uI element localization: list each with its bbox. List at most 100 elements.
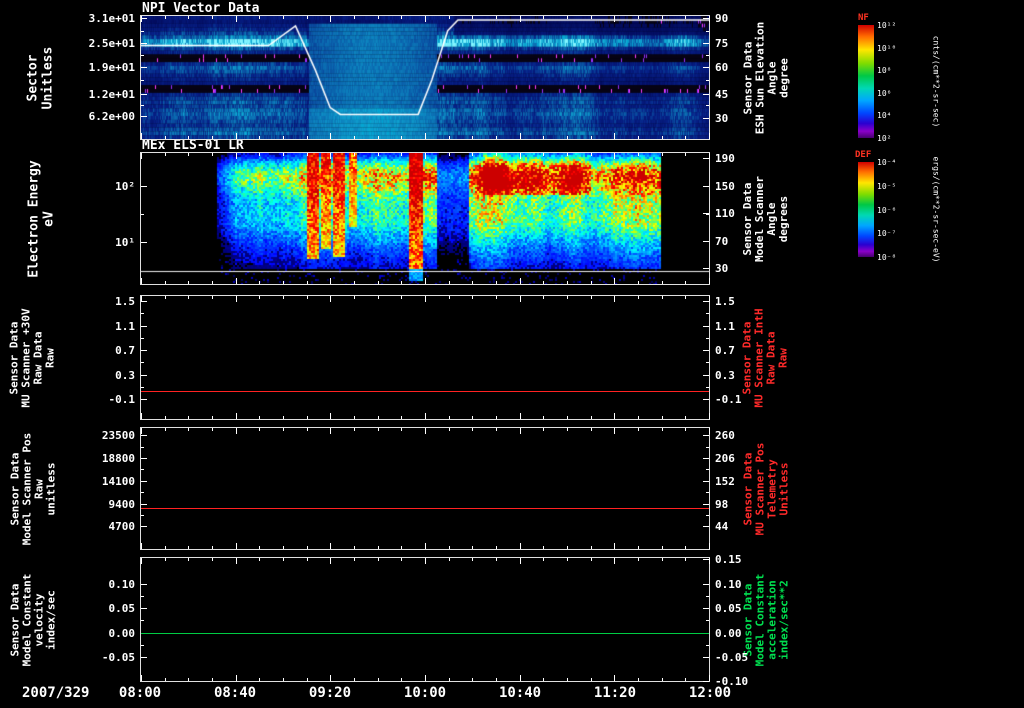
tick-mark — [212, 296, 213, 299]
tick-mark — [519, 296, 521, 302]
y-axis-tick-label: 1.5 — [115, 294, 135, 308]
tick-mark — [614, 153, 616, 159]
tick-mark — [543, 281, 545, 284]
tick-mark — [141, 657, 147, 659]
tick-mark — [188, 558, 190, 561]
tick-mark — [377, 16, 379, 19]
tick-mark — [141, 296, 142, 302]
tick-mark — [164, 558, 166, 561]
tick-mark — [706, 469, 709, 471]
tick-mark — [496, 416, 497, 419]
tick-mark — [306, 296, 308, 299]
tick-mark — [685, 296, 687, 299]
y-axis-tick-label: 190 — [715, 152, 735, 166]
tick-mark — [590, 296, 592, 299]
tick-mark — [543, 416, 545, 419]
tick-mark — [638, 428, 639, 431]
tick-mark — [283, 153, 284, 156]
tick-mark — [472, 281, 474, 284]
y-axis-tick-label: 0.05 — [108, 602, 136, 616]
tick-mark — [188, 546, 190, 549]
tick-mark — [472, 558, 474, 561]
tick-mark — [377, 416, 379, 419]
tick-mark — [283, 678, 284, 681]
mu-scanner-30v-line — [141, 390, 709, 392]
tick-mark — [401, 136, 403, 139]
tick-mark — [685, 678, 687, 681]
tick-mark — [141, 213, 144, 215]
tick-mark — [283, 281, 284, 284]
tick-mark — [283, 546, 284, 549]
y-axis-tick-label: 60 — [715, 61, 729, 75]
tick-mark — [706, 80, 709, 82]
tick-mark — [638, 136, 639, 139]
tick-mark — [259, 428, 261, 431]
colorbar-tick-label: 10⁶ — [877, 88, 892, 98]
colorbar-def-title: DEF — [855, 150, 872, 160]
tick-mark — [706, 54, 709, 56]
tick-mark — [709, 278, 710, 284]
tick-mark — [472, 678, 474, 681]
tick-mark — [141, 242, 147, 244]
tick-mark — [259, 296, 261, 299]
tick-mark — [709, 413, 710, 419]
tick-mark — [354, 16, 355, 19]
colorbar-tick-label: 10⁻⁷ — [877, 229, 897, 239]
panel-model-scanner-pos: 23500 18800 14100 9400 4700 260 206 152 98 44 — [102, 427, 735, 550]
tick-mark — [141, 480, 147, 482]
colorbar-tick-label: 10⁴ — [877, 111, 892, 121]
tick-mark — [283, 296, 284, 299]
tick-mark — [543, 136, 545, 139]
tick-mark — [377, 153, 379, 156]
tick-mark — [141, 67, 147, 69]
tick-mark — [401, 546, 403, 549]
tick-mark — [141, 325, 147, 327]
colorbar-tick-label: 10⁻⁴ — [877, 158, 897, 167]
y-axis-tick-label: 152 — [715, 474, 735, 488]
tick-mark — [425, 543, 426, 549]
tick-mark — [472, 16, 474, 19]
model-constant-line — [141, 632, 709, 634]
y-axis-tick-label: 0.05 — [715, 602, 742, 616]
tick-mark — [164, 546, 166, 549]
y-axis-tick-label: 23500 — [101, 429, 135, 443]
left-axis-label-wrap-els: Electron Energy eV — [20, 152, 64, 285]
tick-mark — [330, 296, 332, 302]
tick-mark — [164, 416, 166, 419]
time-tick-label: 10:00 — [403, 685, 447, 701]
tick-mark — [703, 583, 709, 585]
left-axis-label-model-constant: Sensor Data Model Constant velocity inde… — [8, 573, 57, 666]
tick-mark — [638, 546, 639, 549]
tick-mark — [519, 278, 521, 284]
tick-mark — [703, 325, 709, 327]
tick-mark — [141, 543, 142, 549]
tick-mark — [661, 153, 663, 156]
colorbar-def — [858, 162, 874, 257]
tick-mark — [448, 296, 450, 299]
tick-mark — [703, 350, 709, 352]
tick-mark — [590, 136, 592, 139]
tick-mark — [164, 136, 166, 139]
y-axis-tick-label: 6.2e+00 — [88, 110, 135, 124]
y-axis-tick-label: 0.7 — [115, 344, 135, 358]
tick-mark — [448, 153, 450, 156]
time-tick-label: 12:00 — [688, 685, 732, 701]
tick-mark — [235, 16, 237, 22]
tick-mark — [188, 416, 190, 419]
time-tick-label: 10:40 — [498, 685, 542, 701]
tick-mark — [212, 281, 213, 284]
tick-mark — [330, 153, 332, 159]
tick-mark — [235, 413, 237, 419]
tick-mark — [306, 546, 308, 549]
tick-mark — [448, 281, 450, 284]
tick-mark — [590, 153, 592, 156]
y-axis-tick-label: 90 — [715, 12, 729, 26]
tick-mark — [614, 413, 616, 419]
tick-mark — [448, 678, 450, 681]
tick-mark — [283, 136, 284, 139]
y-axis-tick-label: 1.1 — [715, 319, 735, 333]
tick-mark — [401, 558, 403, 561]
tick-mark — [703, 458, 709, 459]
tick-mark — [306, 558, 308, 561]
tick-mark — [496, 153, 497, 156]
